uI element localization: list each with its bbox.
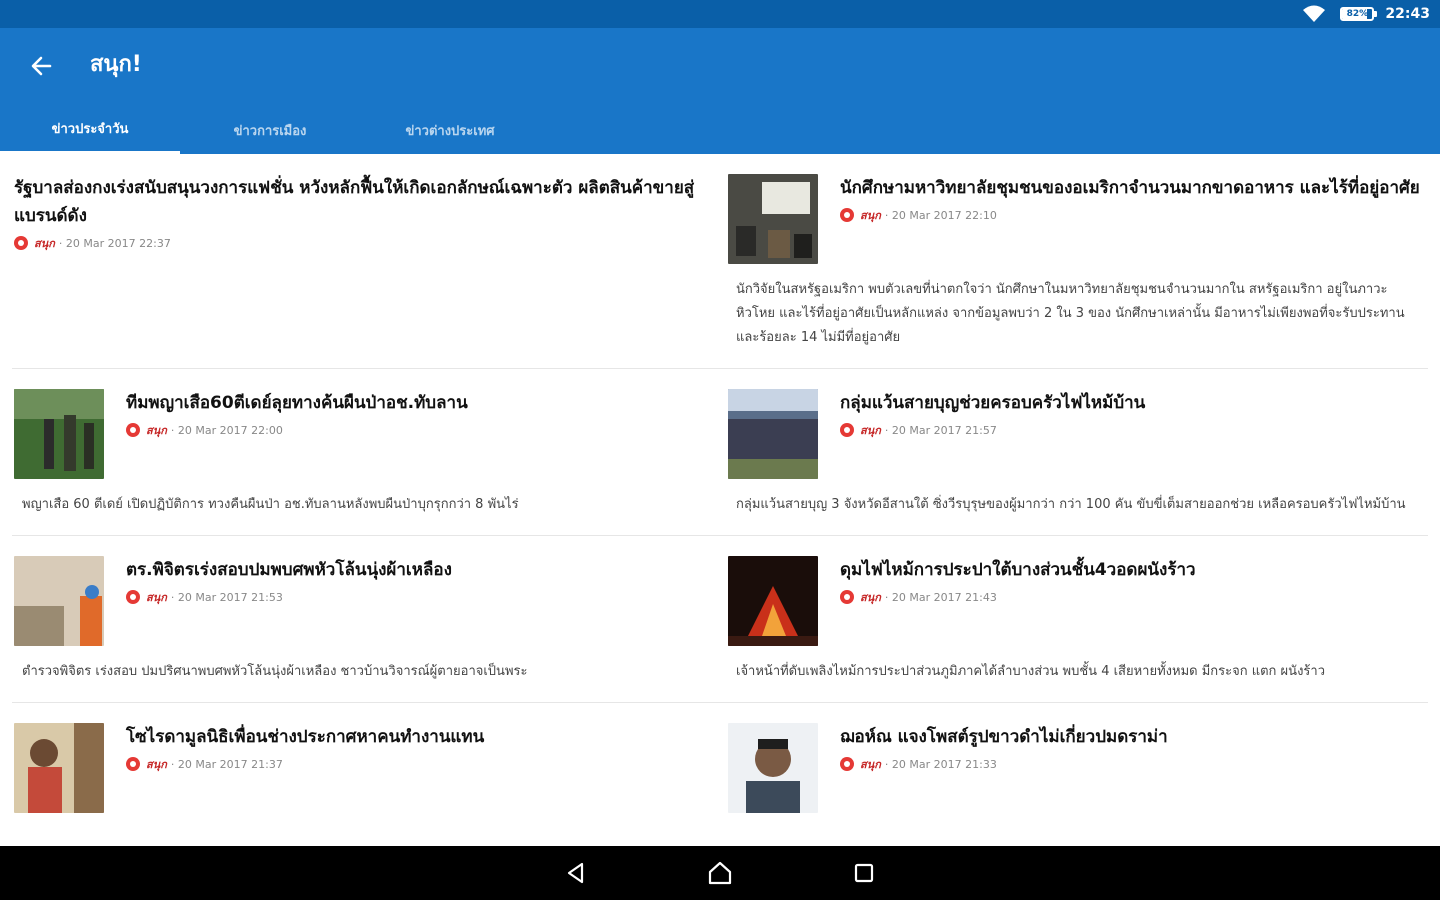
news-headline: ตร.พิจิตรเร่งสอบปมพบศพหัวโล้นนุ่งผ้าเหลื… — [126, 560, 452, 580]
news-card[interactable]: โซไรดามูลนิธิเพื่อนช่างประกาศหาคนทำงานแท… — [12, 703, 714, 831]
news-headline: กลุ่มแว้นสายบุญช่วยครอบครัวไฟไหม้บ้าน — [840, 393, 1146, 413]
news-source: สนุก — [860, 209, 881, 222]
news-headline: นักศึกษามหาวิทยาลัยชุมชนของอเมริกาจำนวนม… — [840, 178, 1420, 198]
tab-politics-news[interactable]: ข่าวการเมือง — [180, 106, 360, 154]
news-thumbnail — [728, 389, 818, 479]
news-headline: ดุมไฟไหม้การประปาใต้บางส่วนชั้น4วอดผนังร… — [840, 560, 1196, 580]
tab-foreign-news[interactable]: ข่าวต่างประเทศ — [360, 106, 540, 154]
news-meta: สนุก · 20 Mar 2017 21:57 — [840, 421, 1145, 439]
news-thumbnail — [728, 723, 818, 813]
source-logo-icon — [126, 757, 140, 771]
news-card[interactable]: ทีมพญาเสือ60ตีเดย์ลุยทางค้นผืนป่าอช.ทับล… — [12, 369, 714, 535]
news-thumbnail — [14, 723, 104, 813]
news-card[interactable]: รัฐบาลส่องกงเร่งสนับสนุนวงการแฟชั่น หวัง… — [12, 154, 714, 368]
news-meta: สนุก · 20 Mar 2017 22:10 — [840, 206, 1420, 224]
source-logo-icon — [840, 757, 854, 771]
news-summary: พญาเสือ 60 ตีเดย์ เปิดปฏิบัติการ ทวงคืนผ… — [22, 497, 519, 512]
source-logo-icon — [14, 236, 28, 250]
news-headline: ทีมพญาเสือ60ตีเดย์ลุยทางค้นผืนป่าอช.ทับล… — [126, 393, 468, 413]
news-time: · 20 Mar 2017 22:10 — [884, 208, 997, 222]
news-summary: เจ้าหน้าที่ดับเพลิงไหม้การประปาส่วนภูมิภ… — [736, 664, 1325, 679]
news-summary: กลุ่มแว้นสายบุญ 3 จังหวัดอีสานใต้ ซิ่งวี… — [736, 497, 1406, 512]
news-source: สนุก — [860, 758, 881, 771]
nav-back-button[interactable] — [559, 856, 593, 890]
news-meta: สนุก · 20 Mar 2017 22:37 — [14, 234, 712, 252]
home-icon — [708, 861, 732, 885]
battery-icon: 82% — [1340, 7, 1378, 21]
news-time: · 20 Mar 2017 21:53 — [170, 590, 283, 604]
nav-home-button[interactable] — [703, 856, 737, 890]
battery-percent: 82% — [1346, 9, 1369, 19]
news-meta: สนุก · 20 Mar 2017 21:43 — [840, 588, 1196, 606]
news-card[interactable]: ตร.พิจิตรเร่งสอบปมพบศพหัวโล้นนุ่งผ้าเหลื… — [12, 536, 714, 702]
news-card[interactable]: กลุ่มแว้นสายบุญช่วยครอบครัวไฟไหม้บ้าน สน… — [726, 369, 1428, 535]
news-source: สนุก — [146, 424, 167, 437]
news-time: · 20 Mar 2017 21:37 — [170, 757, 283, 771]
news-thumbnail — [728, 174, 818, 264]
news-thumbnail — [14, 389, 104, 479]
back-button[interactable] — [22, 50, 62, 82]
news-source: สนุก — [146, 591, 167, 604]
news-time: · 20 Mar 2017 21:57 — [884, 423, 997, 437]
news-headline: รัฐบาลส่องกงเร่งสนับสนุนวงการแฟชั่น หวัง… — [14, 178, 695, 226]
news-source: สนุก — [34, 237, 55, 250]
tab-bar: ข่าวประจำวัน ข่าวการเมือง ข่าวต่างประเทศ — [0, 106, 540, 154]
news-time: · 20 Mar 2017 22:37 — [58, 236, 171, 250]
source-logo-icon — [840, 208, 854, 222]
source-logo-icon — [840, 423, 854, 437]
news-summary: นักวิจัยในสหรัฐอเมริกา พบตัวเลขที่น่าตกใ… — [736, 282, 1405, 345]
news-summary: ตำรวจพิจิตร เร่งสอบ ปมปริศนาพบศพหัวโล้นน… — [22, 664, 528, 679]
news-row: รัฐบาลส่องกงเร่งสนับสนุนวงการแฟชั่น หวัง… — [12, 154, 1428, 369]
news-list: รัฐบาลส่องกงเร่งสนับสนุนวงการแฟชั่น หวัง… — [0, 154, 1440, 846]
news-source: สนุก — [860, 424, 881, 437]
news-card[interactable]: ดุมไฟไหม้การประปาใต้บางส่วนชั้น4วอดผนังร… — [726, 536, 1428, 702]
news-headline: โซไรดามูลนิธิเพื่อนช่างประกาศหาคนทำงานแท… — [126, 727, 485, 747]
source-logo-icon — [126, 423, 140, 437]
news-card[interactable]: นักศึกษามหาวิทยาลัยชุมชนของอเมริกาจำนวนม… — [726, 154, 1428, 368]
news-time: · 20 Mar 2017 22:00 — [170, 423, 283, 437]
status-clock: 22:43 — [1385, 6, 1430, 22]
news-meta: สนุก · 20 Mar 2017 22:00 — [126, 421, 468, 439]
news-row: ทีมพญาเสือ60ตีเดย์ลุยทางค้นผืนป่าอช.ทับล… — [12, 369, 1428, 536]
news-time: · 20 Mar 2017 21:33 — [884, 757, 997, 771]
news-headline: ฌอห์ณ แจงโพสต์รูปขาวดำไม่เกี่ยวปมดราม่า — [840, 727, 1168, 747]
arrow-left-icon — [31, 56, 52, 76]
page-title: สนุก! — [90, 52, 142, 77]
source-logo-icon — [126, 590, 140, 604]
news-source: สนุก — [860, 591, 881, 604]
status-bar: 82% 22:43 — [0, 0, 1440, 28]
triangle-back-icon — [567, 862, 584, 884]
news-thumbnail — [14, 556, 104, 646]
app-bar: สนุก! ข่าวประจำวัน ข่าวการเมือง ข่าวต่าง… — [0, 28, 1440, 154]
news-row: ตร.พิจิตรเร่งสอบปมพบศพหัวโล้นนุ่งผ้าเหลื… — [12, 536, 1428, 703]
news-meta: สนุก · 20 Mar 2017 21:33 — [840, 755, 1168, 773]
source-logo-icon — [840, 590, 854, 604]
news-thumbnail — [728, 556, 818, 646]
system-nav-bar — [0, 846, 1440, 900]
square-recents-icon — [854, 863, 874, 883]
news-time: · 20 Mar 2017 21:43 — [884, 590, 997, 604]
news-source: สนุก — [146, 758, 167, 771]
news-row: โซไรดามูลนิธิเพื่อนช่างประกาศหาคนทำงานแท… — [12, 703, 1428, 831]
wifi-icon — [1303, 5, 1326, 22]
news-meta: สนุก · 20 Mar 2017 21:53 — [126, 588, 452, 606]
nav-recents-button[interactable] — [847, 856, 881, 890]
news-card[interactable]: ฌอห์ณ แจงโพสต์รูปขาวดำไม่เกี่ยวปมดราม่า … — [726, 703, 1428, 831]
tab-daily-news[interactable]: ข่าวประจำวัน — [0, 106, 180, 154]
news-meta: สนุก · 20 Mar 2017 21:37 — [126, 755, 484, 773]
